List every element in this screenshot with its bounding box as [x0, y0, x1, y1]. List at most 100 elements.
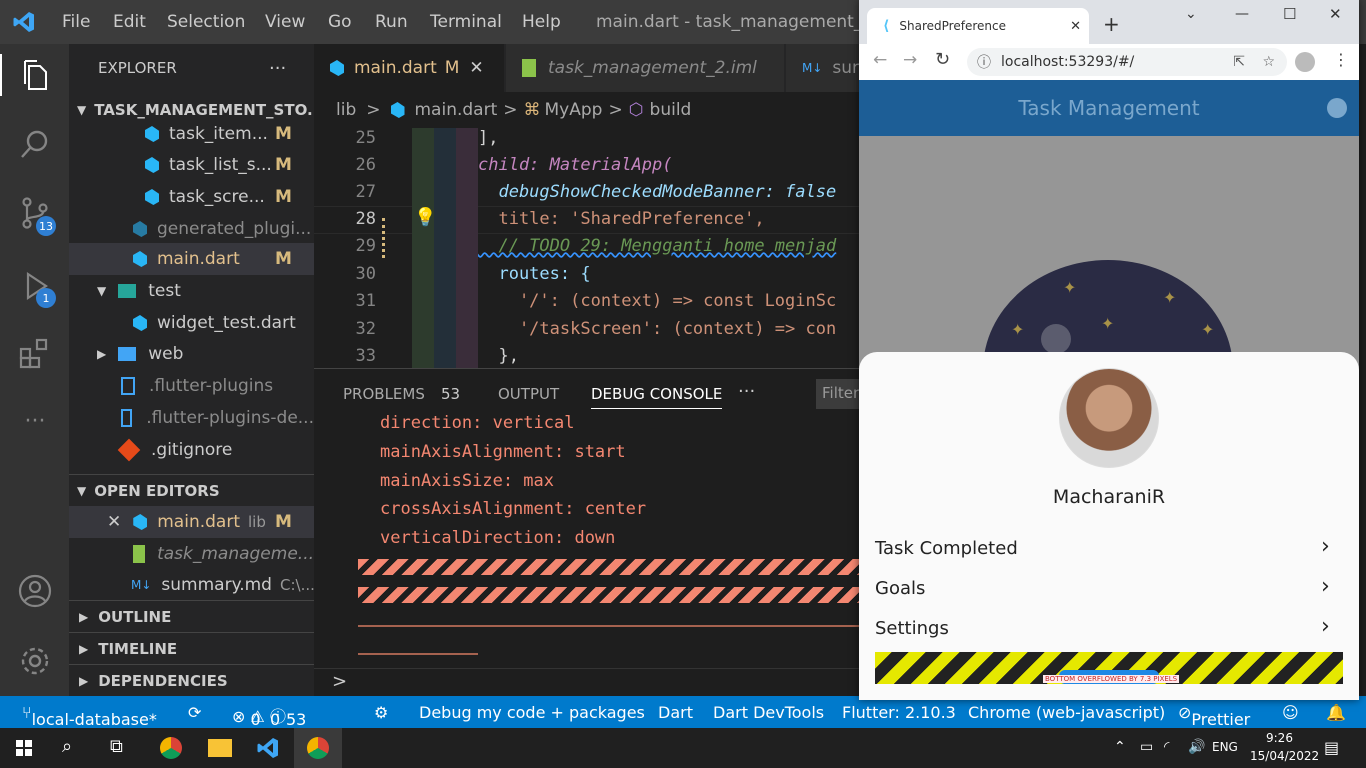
- action-center-icon[interactable]: ▤: [1324, 738, 1339, 757]
- close-window-button[interactable]: ✕: [1329, 5, 1342, 23]
- folder-web[interactable]: ▶ web: [69, 338, 314, 370]
- search-icon[interactable]: ⌕: [62, 736, 72, 757]
- file-row[interactable]: .flutter-plugins: [69, 370, 314, 402]
- tab-summary[interactable]: M↓ sur: [786, 44, 866, 92]
- extensions-icon[interactable]: [14, 332, 56, 374]
- flutter-version[interactable]: Flutter: 2.10.3: [842, 703, 956, 722]
- menu-file[interactable]: File: [62, 12, 90, 32]
- chevron-right-icon[interactable]: ›: [1321, 614, 1330, 639]
- clock-time[interactable]: 9:26: [1266, 731, 1293, 745]
- file-row[interactable]: task_item... M: [69, 118, 314, 150]
- forward-icon[interactable]: →: [903, 50, 917, 70]
- profile-avatar-icon[interactable]: [1295, 52, 1315, 72]
- problems-status[interactable]: ⊗ 0 ⚠ 0 ⓘ 53: [232, 703, 306, 729]
- outline-header[interactable]: ▶ OUTLINE: [69, 600, 314, 632]
- open-editor-row[interactable]: M↓ summary.md C:\...: [69, 569, 314, 601]
- reload-icon[interactable]: ↻: [935, 49, 950, 70]
- menu-goals[interactable]: Goals: [875, 578, 925, 599]
- battery-icon[interactable]: ▭: [1140, 739, 1153, 755]
- file-row[interactable]: task_list_s... M: [69, 149, 314, 181]
- feedback-icon[interactable]: ☺: [1282, 703, 1299, 722]
- timeline-header[interactable]: ▶ TIMELINE: [69, 632, 314, 664]
- close-icon[interactable]: ✕: [469, 58, 483, 78]
- account-icon[interactable]: [14, 570, 56, 612]
- tab-debug-console[interactable]: DEBUG CONSOLE: [591, 385, 723, 409]
- search-icon[interactable]: [14, 124, 56, 166]
- url-bar[interactable]: ⓘ localhost:53293/#/ ⇱ ☆: [967, 48, 1287, 76]
- device-status[interactable]: Chrome (web-javascript): [968, 703, 1165, 722]
- file-explorer-taskbar-icon[interactable]: [208, 739, 232, 757]
- account-circle-icon[interactable]: [1327, 98, 1347, 118]
- crumb-method[interactable]: build: [650, 100, 692, 120]
- open-editors-header[interactable]: ▼ OPEN EDITORS: [69, 474, 314, 506]
- open-editor-row[interactable]: task_manageme...: [69, 538, 314, 570]
- file-row-selected[interactable]: main.dart M: [69, 243, 314, 275]
- file-row[interactable]: generated_plugi...: [69, 213, 314, 245]
- menu-terminal[interactable]: Terminal: [430, 12, 502, 32]
- open-editor-row[interactable]: ✕ main.dart lib M: [69, 506, 314, 538]
- chrome-active-taskbar-icon[interactable]: [294, 728, 342, 768]
- wifi-icon[interactable]: ◜: [1164, 739, 1169, 755]
- file-row[interactable]: widget_test.dart: [69, 307, 314, 339]
- devtools-status[interactable]: Dart DevTools: [713, 703, 824, 722]
- console-input[interactable]: >: [314, 668, 859, 696]
- menu-view[interactable]: View: [265, 12, 305, 32]
- clock-date[interactable]: 15/04/2022: [1250, 749, 1319, 763]
- panel-more-icon[interactable]: ···: [738, 381, 755, 402]
- chrome-menu-icon[interactable]: ⋮: [1333, 50, 1349, 69]
- bookmark-star-icon[interactable]: ☆: [1262, 54, 1275, 70]
- menu-run[interactable]: Run: [375, 12, 408, 32]
- menu-selection[interactable]: Selection: [167, 12, 245, 32]
- sync-icon[interactable]: ⟳: [188, 703, 201, 722]
- chrome-taskbar-icon[interactable]: [160, 737, 182, 759]
- minimize-button[interactable]: —: [1235, 6, 1249, 22]
- dart-status[interactable]: Dart: [658, 703, 693, 722]
- tab-problems[interactable]: PROBLEMS: [343, 385, 425, 403]
- tab-output[interactable]: OUTPUT: [498, 385, 559, 403]
- menu-edit[interactable]: Edit: [113, 12, 146, 32]
- tab-main-dart[interactable]: main.dart M ✕: [314, 44, 504, 92]
- crumb-lib[interactable]: lib: [336, 100, 356, 120]
- run-debug-icon[interactable]: 1: [14, 266, 56, 308]
- source-control-icon[interactable]: 13: [14, 192, 56, 236]
- tab-close-icon[interactable]: ✕: [1070, 19, 1081, 34]
- notifications-icon[interactable]: 🔔: [1326, 703, 1346, 722]
- new-tab-button[interactable]: +: [1103, 12, 1120, 36]
- close-icon[interactable]: ✕: [107, 512, 121, 532]
- tab-search-icon[interactable]: ⌄: [1185, 6, 1197, 22]
- file-row[interactable]: task_scre... M: [69, 181, 314, 213]
- crumb-file[interactable]: main.dart: [415, 100, 498, 120]
- maximize-button[interactable]: ☐: [1283, 5, 1296, 23]
- lightbulb-icon[interactable]: 💡: [414, 207, 436, 228]
- language-indicator[interactable]: ENG: [1212, 740, 1238, 754]
- explorer-icon[interactable]: [0, 54, 69, 96]
- debug-icon[interactable]: ⚙: [374, 703, 388, 722]
- folder-test[interactable]: ▼ test: [69, 275, 314, 307]
- debug-config[interactable]: Debug my code + packages: [419, 703, 645, 722]
- chevron-right-icon[interactable]: ›: [1321, 574, 1330, 599]
- explorer-more-icon[interactable]: ···: [269, 52, 309, 84]
- menu-help[interactable]: Help: [522, 12, 561, 32]
- task-view-icon[interactable]: ⧉: [110, 736, 123, 757]
- tray-chevron-icon[interactable]: ⌃: [1114, 739, 1126, 755]
- share-icon[interactable]: ⇱: [1233, 54, 1245, 70]
- code-editor[interactable]: 💡 25 26 27 28 29 30 31 32 33 ], child: M…: [314, 128, 859, 368]
- menu-go[interactable]: Go: [328, 12, 352, 32]
- prettier-status[interactable]: ⊘ Prettier: [1178, 703, 1250, 729]
- menu-settings[interactable]: Settings: [875, 618, 949, 639]
- tab-iml[interactable]: task_management_2.iml: [506, 44, 784, 92]
- file-row[interactable]: .flutter-plugins-de...: [69, 402, 314, 434]
- settings-gear-icon[interactable]: [14, 640, 56, 682]
- file-row[interactable]: .gitignore: [69, 434, 314, 466]
- chrome-tab[interactable]: ⟨ SharedPreference ✕: [867, 8, 1089, 44]
- more-icon[interactable]: ···: [14, 400, 56, 442]
- filter-input[interactable]: Filter: [816, 379, 859, 409]
- volume-icon[interactable]: 🔊: [1188, 739, 1205, 755]
- chevron-right-icon[interactable]: ›: [1321, 534, 1330, 559]
- menu-task-completed[interactable]: Task Completed: [875, 538, 1018, 559]
- back-icon[interactable]: ←: [873, 50, 887, 70]
- crumb-class[interactable]: MyApp: [545, 100, 603, 120]
- vscode-taskbar-icon[interactable]: [256, 736, 280, 760]
- dependencies-header[interactable]: ▶ DEPENDENCIES: [69, 664, 314, 696]
- windows-start-icon[interactable]: [16, 740, 32, 756]
